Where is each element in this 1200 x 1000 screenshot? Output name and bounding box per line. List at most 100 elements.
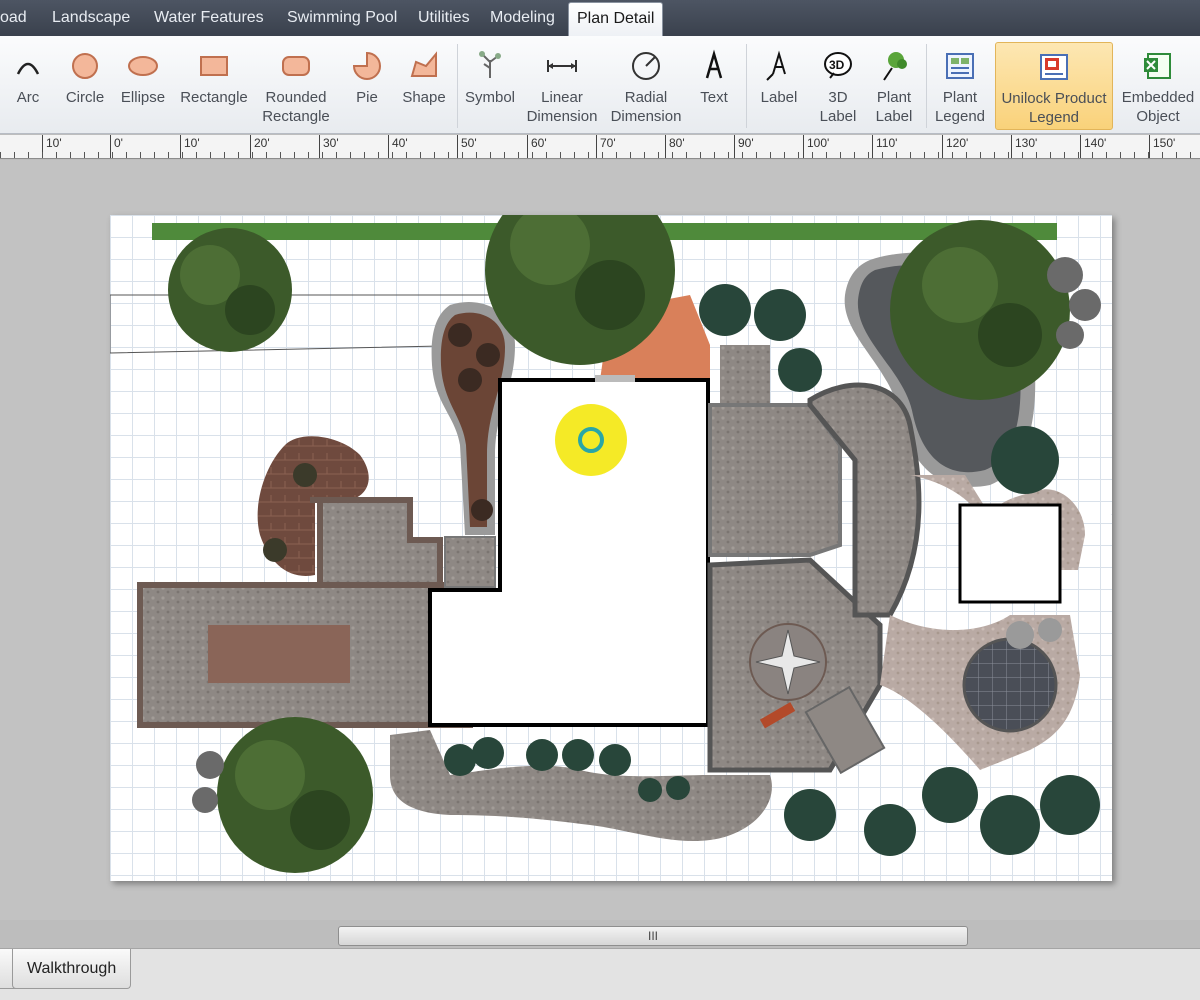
tree-northeast — [890, 220, 1070, 400]
ellipse-button[interactable]: Ellipse — [118, 42, 168, 130]
ruler-minor-tick — [1050, 152, 1051, 158]
ruler-minor-tick — [1036, 152, 1037, 158]
radial-dimension-label: Radial Dimension — [610, 89, 682, 125]
circle-button[interactable]: Circle — [60, 42, 110, 130]
horizontal-ruler: 10' 0' 10' 20' 30' 40' 50' 60' 70' 80' 9… — [0, 135, 1200, 159]
horizontal-scrollbar[interactable]: III — [338, 926, 968, 946]
ruler-minor-tick — [616, 152, 617, 158]
ruler-minor-tick — [364, 152, 365, 158]
ruler-minor-tick — [1120, 152, 1121, 158]
ruler-minor-tick — [546, 152, 547, 158]
ruler-minor-tick — [112, 152, 113, 158]
arc-button[interactable]: Arc — [6, 42, 50, 130]
tab-landscape[interactable]: Landscape — [52, 0, 130, 36]
tab-swimming-pool[interactable]: Swimming Pool — [287, 0, 397, 36]
rectangle-button[interactable]: Rectangle — [174, 42, 254, 130]
ruler-mark: 90' — [734, 135, 754, 158]
ruler-mark: 130' — [1011, 135, 1037, 158]
tree-southwest — [217, 717, 373, 873]
ruler-minor-tick — [140, 152, 141, 158]
ruler-minor-tick — [238, 152, 239, 158]
paver-terrace-upper — [310, 497, 443, 588]
selection-highlight[interactable] — [555, 404, 627, 476]
tree-northwest — [168, 228, 292, 352]
tab-water-features[interactable]: Water Features — [154, 0, 264, 36]
symbol-button[interactable]: Symbol — [462, 42, 518, 130]
ruler-minor-tick — [126, 152, 127, 158]
rounded-rectangle-button[interactable]: Rounded Rectangle — [256, 42, 336, 130]
ruler-minor-tick — [518, 152, 519, 158]
ruler-minor-tick — [714, 152, 715, 158]
pie-label: Pie — [356, 89, 378, 106]
ruler-minor-tick — [70, 152, 71, 158]
plant-legend-button[interactable]: Plant Legend — [930, 42, 990, 130]
ruler-minor-tick — [294, 152, 295, 158]
ruler-minor-tick — [756, 152, 757, 158]
ruler-minor-tick — [910, 152, 911, 158]
ruler-minor-tick — [784, 152, 785, 158]
text-icon — [696, 48, 732, 84]
plan-sheet[interactable]: N — [110, 215, 1112, 881]
ruler-minor-tick — [882, 152, 883, 158]
ruler-minor-tick — [0, 152, 1, 158]
walkthrough-tab[interactable]: Walkthrough — [12, 949, 132, 989]
product-legend-icon — [1036, 49, 1072, 85]
steps-north — [720, 345, 770, 403]
circle-label: Circle — [65, 89, 105, 106]
ruler-minor-tick — [952, 152, 953, 158]
embedded-object-button[interactable]: Embedded Object — [1118, 42, 1198, 130]
ruler-minor-tick — [840, 152, 841, 158]
ruler-minor-tick — [966, 152, 967, 158]
3d-label-button[interactable]: 3D 3D Label — [812, 42, 864, 130]
label-button[interactable]: Label — [752, 42, 806, 130]
tab-road[interactable]: oad — [0, 0, 27, 36]
text-button[interactable]: Text — [690, 42, 738, 130]
ruler-minor-tick — [868, 152, 869, 158]
ruler-minor-tick — [826, 152, 827, 158]
landscape-plan[interactable]: N — [110, 215, 1112, 881]
hot-tub — [962, 637, 1058, 733]
ruler-minor-tick — [602, 152, 603, 158]
embedded-object-label: Embedded Object — [1121, 89, 1195, 125]
radial-dimension-button[interactable]: Radial Dimension — [606, 42, 686, 130]
plant-legend-label: Plant Legend — [934, 89, 986, 125]
ribbon-separator — [926, 44, 927, 128]
ruler-minor-tick — [854, 152, 855, 158]
embedded-object-icon — [1140, 48, 1176, 84]
ruler-minor-tick — [812, 152, 813, 158]
ruler-mark: 70' — [596, 135, 616, 158]
linear-dimension-button[interactable]: Linear Dimension — [522, 42, 602, 130]
pie-button[interactable]: Pie — [344, 42, 390, 130]
radial-dimension-icon — [628, 48, 664, 84]
ruler-minor-tick — [1106, 152, 1107, 158]
patio-north — [708, 403, 842, 557]
ruler-mark: 140' — [1080, 135, 1106, 158]
ribbon-toolbar: Arc Circle Ellipse Rectangle Rounded Rec… — [0, 36, 1200, 134]
unilock-product-legend-button[interactable]: Unilock Product Legend — [995, 42, 1113, 130]
ruler-minor-tick — [504, 152, 505, 158]
3d-label-icon: 3D — [820, 48, 856, 84]
ruler-minor-tick — [896, 152, 897, 158]
linear-dimension-label: Linear Dimension — [526, 89, 598, 125]
tab-utilities[interactable]: Utilities — [418, 0, 470, 36]
shape-button[interactable]: Shape — [396, 42, 452, 130]
plant-label-button[interactable]: Plant Label — [868, 42, 920, 130]
label-label: Label — [760, 89, 798, 106]
scrollbar-grip[interactable]: III — [648, 929, 658, 943]
tab-plan-detail[interactable]: Plan Detail — [568, 2, 664, 36]
rectangle-label: Rectangle — [180, 89, 248, 106]
compass-rose-icon — [749, 623, 827, 701]
pool-house[interactable] — [958, 503, 1062, 604]
ruler-minor-tick — [476, 152, 477, 158]
ruler-minor-tick — [630, 152, 631, 158]
ruler-minor-tick — [700, 152, 701, 158]
drawing-canvas[interactable]: N — [0, 160, 1200, 920]
ellipse-label: Ellipse — [120, 89, 166, 106]
label-icon — [761, 48, 797, 84]
ruler-minor-tick — [1134, 152, 1135, 158]
ribbon-tab-bar: oad Landscape Water Features Swimming Po… — [0, 0, 1200, 36]
ruler-minor-tick — [350, 152, 351, 158]
ruler-minor-tick — [434, 152, 435, 158]
tab-modeling[interactable]: Modeling — [490, 0, 555, 36]
ruler-minor-tick — [742, 152, 743, 158]
